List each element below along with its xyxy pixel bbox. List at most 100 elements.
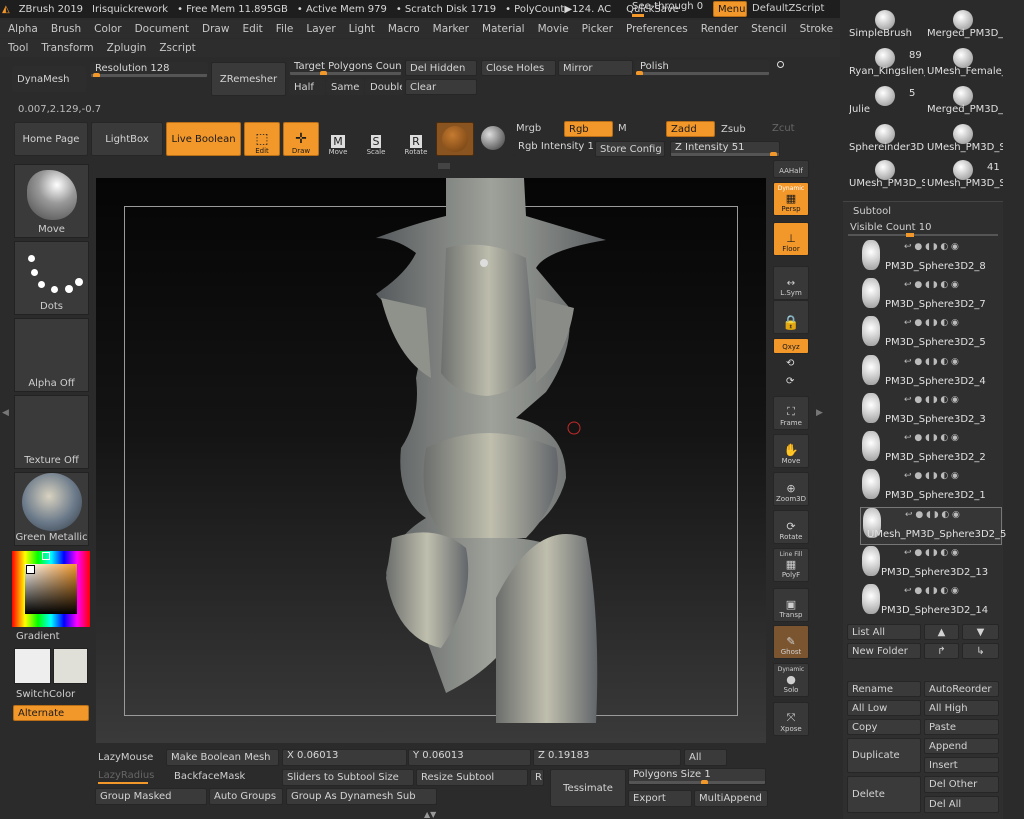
subtool-visibility-eye-icon[interactable]: ↩ ● ◖ ◗ ◐ ◉	[905, 510, 960, 520]
material-selector[interactable]: Green Metallic	[14, 472, 89, 546]
brush-selector[interactable]: Move	[14, 164, 89, 238]
tool-thumbnail[interactable]: UMesh_PM3D_S 41	[923, 160, 1003, 192]
menu-file[interactable]: File	[276, 23, 294, 35]
lsym-button[interactable]: ↔ L.Sym	[773, 266, 809, 300]
menu-brush[interactable]: Brush	[51, 23, 81, 35]
menu-preferences[interactable]: Preferences	[626, 23, 688, 35]
menu-movie[interactable]: Movie	[538, 23, 569, 35]
rotate-y-icon[interactable]: ⟲	[786, 358, 794, 369]
rotate-view-button[interactable]: ⟳ Rotate	[773, 510, 809, 544]
polish-dot-icon[interactable]	[777, 61, 784, 68]
menu-zplugin[interactable]: Zplugin	[107, 42, 147, 54]
menu-tool[interactable]: Tool	[8, 42, 28, 54]
lazyradius-slider[interactable]: LazyRadius	[98, 770, 154, 781]
store-config-button[interactable]: Store Config	[595, 141, 665, 157]
subtool-visibility-eye-icon[interactable]: ↩ ● ◖ ◗ ◐ ◉	[904, 280, 959, 290]
move-mode-button[interactable]: M Move	[323, 122, 353, 156]
draw-mode-button[interactable]: ✛ Draw	[283, 122, 319, 156]
tool-thumbnail[interactable]: Merged_PM3D_S	[923, 86, 1003, 118]
frame-button[interactable]: ⛶ Frame	[773, 396, 809, 430]
subtool-header[interactable]: Subtool	[853, 206, 891, 217]
folder-arrow-right-button[interactable]: ↱	[924, 643, 959, 659]
menu-stroke[interactable]: Stroke	[800, 23, 833, 35]
double-button[interactable]: Double	[365, 79, 403, 95]
canvas-viewport[interactable]	[96, 178, 766, 743]
menu-color[interactable]: Color	[94, 23, 121, 35]
x-size-slider[interactable]: X 0.06013	[282, 749, 407, 766]
duplicate-button[interactable]: Duplicate	[847, 738, 921, 773]
lightbox-button[interactable]: LightBox	[91, 122, 163, 156]
subtool-row[interactable]: ↩ ● ◖ ◗ ◐ ◉ PM3D_Sphere3D2_8	[860, 240, 1002, 278]
menu-alpha[interactable]: Alpha	[8, 23, 38, 35]
texture-swatch-icon[interactable]	[481, 126, 505, 150]
z-size-slider[interactable]: Z 0.19183	[533, 749, 681, 766]
polygons-size-slider[interactable]: Polygons Size 1	[628, 768, 766, 785]
resolution-slider[interactable]: Resolution 128	[90, 62, 208, 78]
del-all-button[interactable]: Del All	[924, 796, 999, 813]
polyf-button[interactable]: Line Fill ▦ PolyF	[773, 548, 809, 582]
zadd-button[interactable]: Zadd	[666, 121, 715, 137]
group-masked-button[interactable]: Group Masked	[95, 788, 207, 805]
delete-button[interactable]: Delete	[847, 776, 921, 813]
alternate-button[interactable]: Alternate	[13, 705, 89, 721]
export-button[interactable]: Export	[628, 790, 692, 807]
persp-button[interactable]: Dynamic ▦ Persp	[773, 182, 809, 216]
mirror-button[interactable]: Mirror	[558, 60, 633, 76]
zcut-button[interactable]: Zcut	[772, 123, 795, 134]
home-page-button[interactable]: Home Page	[14, 122, 88, 156]
subtool-visibility-eye-icon[interactable]: ↩ ● ◖ ◗ ◐ ◉	[904, 357, 959, 367]
solo-button[interactable]: Dynamic ● Solo	[773, 663, 809, 697]
tessimate-button[interactable]: Tessimate	[550, 769, 626, 807]
new-folder-button[interactable]: New Folder	[847, 643, 921, 659]
scale-mode-button[interactable]: S Scale	[361, 122, 391, 156]
tool-thumbnail[interactable]: Merged_PM3D_S	[923, 10, 1003, 42]
lazyradius-knob[interactable]	[98, 782, 148, 784]
rgb-button[interactable]: Rgb	[564, 121, 613, 137]
half-button[interactable]: Half	[289, 79, 325, 95]
r-button[interactable]: R	[530, 769, 544, 786]
tool-thumbnail[interactable]: Julie 5	[845, 86, 923, 118]
subtool-visibility-eye-icon[interactable]: ↩ ● ◖ ◗ ◐ ◉	[904, 586, 959, 596]
color-picker[interactable]	[12, 551, 90, 627]
move-view-button[interactable]: ✋ Move	[773, 434, 809, 468]
menu-document[interactable]: Document	[135, 23, 189, 35]
close-holes-button[interactable]: Close Holes	[481, 60, 556, 76]
rgb-intensity-slider[interactable]: Rgb Intensity 100	[513, 140, 595, 156]
tool-thumbnail[interactable]: UMesh_PM3D_Sp	[845, 160, 925, 192]
m-button[interactable]: M	[618, 123, 627, 134]
xpose-button[interactable]: ⤧ Xpose	[773, 702, 809, 736]
resize-subtool-button[interactable]: Resize Subtool	[416, 769, 528, 786]
menu-layer[interactable]: Layer	[306, 23, 335, 35]
material-swatch-button[interactable]	[436, 122, 474, 156]
make-boolean-mesh-button[interactable]: Make Boolean Mesh	[166, 749, 279, 766]
live-boolean-button[interactable]: Live Boolean	[166, 122, 241, 156]
right-collapse-arrow-icon[interactable]: ▶	[816, 408, 823, 418]
z-intensity-slider[interactable]: Z Intensity 51	[670, 141, 780, 157]
move-up-button[interactable]: ▲	[924, 624, 959, 640]
subtool-row[interactable]: ↩ ● ◖ ◗ ◐ ◉ PM3D_Sphere3D2_1	[860, 469, 1002, 507]
del-other-button[interactable]: Del Other	[924, 776, 999, 793]
folder-arrow-down-button[interactable]: ↳	[962, 643, 999, 659]
lock-button[interactable]: 🔒	[773, 300, 809, 334]
auto-groups-button[interactable]: Auto Groups	[209, 788, 283, 805]
all-button[interactable]: All	[684, 749, 727, 766]
subtool-row[interactable]: ↩ ● ◖ ◗ ◐ ◉ PM3D_Sphere3D2_14	[860, 583, 1002, 622]
clear-button[interactable]: Clear	[405, 79, 477, 95]
subtool-visibility-eye-icon[interactable]: ↩ ● ◖ ◗ ◐ ◉	[904, 242, 959, 252]
menu-material[interactable]: Material	[482, 23, 525, 35]
left-collapse-arrow-icon[interactable]: ◀	[2, 408, 9, 418]
bottom-collapse-arrow-icon[interactable]: ▲▼	[424, 810, 436, 819]
subtool-visibility-eye-icon[interactable]: ↩ ● ◖ ◗ ◐ ◉	[904, 433, 959, 443]
switchcolor-button[interactable]: SwitchColor	[16, 689, 75, 700]
zsub-button[interactable]: Zsub	[721, 124, 746, 135]
del-hidden-button[interactable]: Del Hidden	[405, 60, 477, 76]
secondary-color-swatch[interactable]	[53, 648, 88, 684]
backfacemask-button[interactable]: BackfaceMask	[174, 771, 245, 782]
tool-thumbnail[interactable]: Ryan_Kingslien_A 89	[845, 48, 925, 80]
multiappend-button[interactable]: MultiAppend	[694, 790, 768, 807]
list-all-button[interactable]: List All	[847, 624, 921, 640]
menu-draw[interactable]: Draw	[202, 23, 229, 35]
rotate-z-icon[interactable]: ⟳	[786, 376, 794, 387]
autoreorder-button[interactable]: AutoReorder	[924, 681, 999, 697]
mrgb-button[interactable]: Mrgb	[516, 123, 541, 134]
